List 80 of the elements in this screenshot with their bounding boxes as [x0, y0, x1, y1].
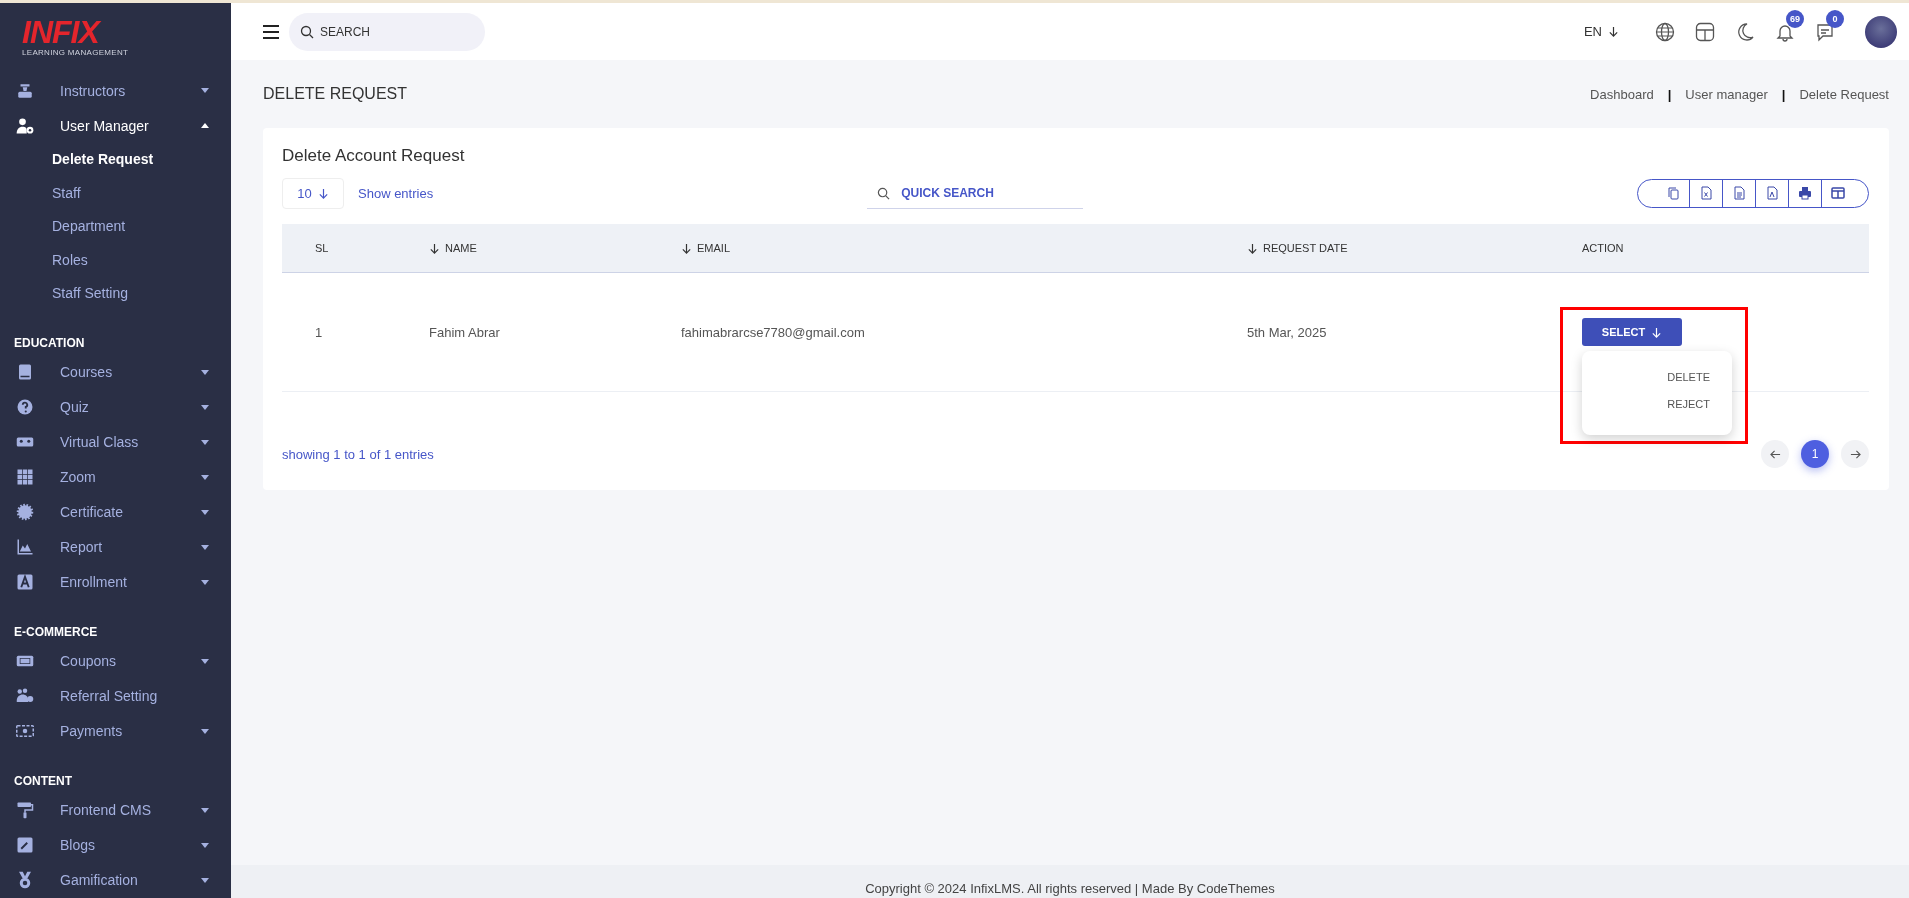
sortable-column-header[interactable]: EMAIL [681, 242, 730, 254]
sortable-column-header[interactable]: REQUEST DATE [1247, 242, 1348, 254]
pdf-file-icon [1765, 186, 1779, 200]
table-cell-text: 1 [314, 324, 324, 340]
avatar[interactable] [1865, 15, 1897, 48]
section-heading: CONTENT [13, 773, 73, 788]
section-heading: E-COMMERCE [13, 624, 99, 639]
select-dropdown-button[interactable]: SELECT [1582, 318, 1682, 346]
sort-arrow-icon [1247, 242, 1258, 254]
layout-icon[interactable] [1695, 21, 1715, 42]
column-header: ACTION [1582, 242, 1624, 254]
print-icon [1798, 186, 1812, 200]
card-title: Delete Account Request [282, 146, 466, 166]
chat-icon[interactable] [1815, 21, 1835, 42]
page-size-select[interactable]: 10 [282, 177, 344, 209]
message-badge: 0 [1826, 9, 1844, 28]
search-icon [300, 24, 314, 39]
sidebar-item[interactable]: Virtual Class [0, 424, 231, 460]
spreadsheet-file-icon [1699, 186, 1713, 200]
menu-icon[interactable] [263, 24, 279, 39]
sidebar-item[interactable]: Gamification [0, 862, 231, 898]
submenu-item[interactable]: Department [0, 210, 231, 244]
sidebar-item[interactable]: Instructors [0, 73, 231, 108]
table-cell-text: fahimabrarcse7780@gmail.com [681, 324, 866, 340]
down-arrow-icon [1651, 326, 1663, 338]
sidebar-item[interactable]: Frontend CMS [0, 792, 231, 828]
next-page-button[interactable] [1841, 440, 1869, 468]
banknote-icon [14, 722, 36, 740]
copy-icon [1665, 186, 1680, 200]
down-arrow-icon [317, 187, 329, 199]
entries-summary: showing 1 to 1 of 1 entries [282, 446, 434, 462]
sidebar-item[interactable]: Certificate [0, 494, 231, 530]
sidebar-item[interactable]: Coupons [0, 643, 231, 679]
previous-page-button[interactable] [1761, 440, 1789, 468]
sidebar-item[interactable]: Courses [0, 354, 231, 390]
sidebar-item[interactable]: Enrollment [0, 564, 231, 600]
language-selector[interactable]: EN [1577, 23, 1625, 40]
page-button[interactable]: 1 [1801, 440, 1829, 468]
search-field[interactable]: SEARCH [289, 12, 485, 51]
badge-icon [14, 503, 36, 521]
section-heading: EDUCATION [13, 335, 86, 350]
notification-badge: 69 [1786, 9, 1804, 28]
copyright-text: Copyright © 2024 InfixLMS. All rights reserved | Made By CodeThemes [865, 880, 1275, 898]
table-cell-text: Fahim Abrar [429, 324, 501, 340]
column-header: SL [315, 242, 329, 254]
breadcrumb-separator: | [1780, 86, 1787, 102]
sidebar-item[interactable]: Report [0, 529, 231, 565]
text-file-icon [1732, 186, 1746, 200]
left-arrow-icon [1769, 448, 1781, 460]
breadcrumb-separator: | [1666, 86, 1673, 102]
submenu-item[interactable]: Roles [0, 243, 231, 277]
breadcrumb-link[interactable]: Dashboard [1590, 86, 1654, 102]
submenu-item[interactable]: Staff Setting [0, 277, 231, 311]
right-arrow-icon [1849, 448, 1861, 460]
menu-item[interactable]: REJECT [1667, 398, 1710, 410]
columns-icon [1831, 186, 1845, 200]
submenu-item[interactable]: Delete Request [0, 143, 231, 177]
menu-item[interactable]: DELETE [1667, 371, 1710, 383]
sidebar-item[interactable]: Payments [0, 713, 231, 749]
table-cell-text: 5th Mar, 2025 [1247, 324, 1328, 340]
globe-icon[interactable] [1655, 21, 1675, 42]
users-gear-icon [14, 687, 36, 705]
sidebar-item[interactable]: User Manager [0, 108, 231, 143]
sidebar-item[interactable]: Zoom [0, 459, 231, 495]
sidebar-item[interactable]: Referral Setting [0, 678, 231, 714]
page-title: DELETE REQUEST [263, 85, 408, 103]
sort-arrow-icon [681, 242, 692, 254]
sidebar-item[interactable]: Blogs [0, 827, 231, 863]
show-entries-label: Show entries [358, 185, 434, 201]
moon-icon[interactable] [1735, 21, 1755, 42]
sidebar-item[interactable]: Quiz [0, 389, 231, 425]
submenu-item[interactable]: Staff [0, 176, 231, 210]
quick-search-field[interactable]: QUICK SEARCH [867, 177, 1084, 209]
sort-arrow-icon [429, 242, 440, 254]
down-arrow-icon [1608, 26, 1619, 37]
breadcrumb-link[interactable]: Delete Request [1799, 86, 1889, 102]
breadcrumb-link[interactable]: User manager [1685, 86, 1768, 102]
logo-tagline: LEARNING MANAGEMENT [22, 48, 130, 57]
sortable-column-header[interactable]: NAME [429, 242, 477, 254]
search-icon [877, 187, 891, 200]
